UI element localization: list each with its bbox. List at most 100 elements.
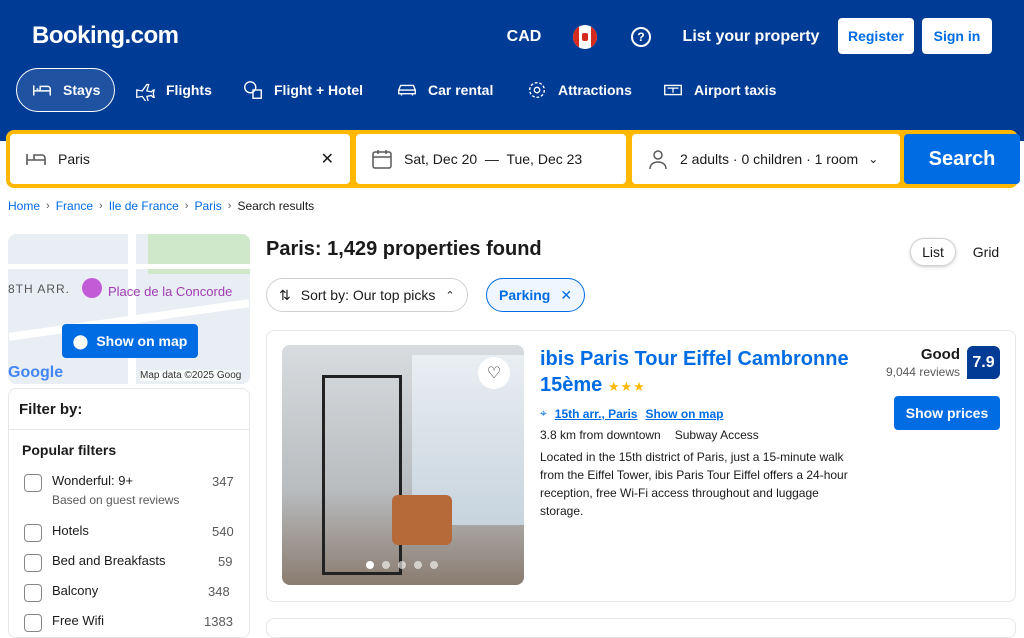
breadcrumb-home[interactable]: Home (8, 199, 40, 213)
language-button[interactable] (560, 17, 610, 57)
map-road (128, 234, 136, 384)
map-credit: Map data ©2025 Goog (140, 370, 242, 381)
carousel-dots (366, 561, 438, 569)
grid-view-toggle[interactable]: Grid (962, 238, 1010, 266)
filter-checkbox[interactable] (24, 554, 42, 572)
property-distance: 3.8 km from downtown Subway Access (540, 428, 759, 442)
chevron-right-icon: › (184, 200, 189, 212)
review-score: 7.9 (967, 346, 1000, 379)
show-on-map-label: Show on map (96, 333, 188, 349)
property-name-line1: ibis Paris Tour Eiffel Cambronne (540, 348, 849, 370)
register-button[interactable]: Register (838, 18, 914, 54)
list-view-toggle[interactable]: List (910, 238, 956, 266)
place-label: Place de la Concorde (108, 284, 233, 299)
help-button[interactable]: ? (616, 17, 666, 57)
review-count: 9,044 reviews (885, 365, 960, 379)
currency-button[interactable]: CAD (496, 17, 552, 57)
divider (9, 429, 249, 430)
guests-field[interactable]: 2 adults · 0 children · 1 room ⌄ (632, 134, 900, 184)
search-button[interactable]: Search (904, 134, 1020, 184)
property-photo[interactable]: ♡ (282, 345, 524, 585)
poi-pin-icon (82, 278, 102, 298)
destination-input[interactable]: Paris (58, 151, 90, 167)
filter-checkbox[interactable] (24, 584, 42, 602)
prev-photo-button[interactable] (292, 449, 316, 473)
breadcrumb: Home › France › Ile de France › Paris › Sear… (8, 199, 314, 213)
sign-in-button[interactable]: Sign in (922, 18, 992, 54)
breadcrumb-ile-de-france[interactable]: Ile de France (109, 199, 179, 213)
guests-value: 2 adults · 0 children · 1 room (680, 151, 859, 167)
filter-checkbox[interactable] (24, 474, 42, 492)
area-link[interactable]: 15th arr., Paris (555, 407, 638, 421)
google-logo: Google (8, 364, 64, 381)
shelf-shape (322, 375, 402, 575)
next-photo-button[interactable] (490, 449, 514, 473)
heart-icon[interactable]: ♡ (478, 357, 510, 389)
nav-label: Airport taxis (694, 82, 777, 98)
date-field[interactable]: Sat, Dec 20 — Tue, Dec 23 (356, 134, 626, 184)
parking-filter-chip[interactable]: Parking ✕ (486, 278, 586, 312)
nav-flights[interactable]: Flights (120, 68, 226, 112)
sort-icon: ⇅ (279, 286, 291, 303)
nav-stays[interactable]: Stays (16, 68, 116, 112)
area-label: 8TH ARR. (8, 282, 71, 296)
property-description: Located in the 15th district of Paris, j… (540, 450, 848, 518)
show-on-map-button[interactable]: ⬤ Show on map (62, 324, 198, 358)
nav-airport-taxis[interactable]: Airport taxis (648, 68, 790, 112)
close-icon[interactable]: ✕ (560, 287, 572, 304)
nav-label: Flight + Hotel (274, 82, 364, 98)
chevron-updown-icon: ⌃ (445, 289, 455, 302)
chip-label: Parking (499, 287, 551, 303)
bed-icon (26, 154, 46, 165)
chevron-right-icon: › (227, 200, 232, 212)
distance-text: 3.8 km from downtown (540, 428, 661, 442)
canada-flag-icon (573, 25, 597, 49)
bed-icon (33, 85, 51, 96)
map-preview[interactable]: 8TH ARR. Place de la Concorde ⬤ Show on … (8, 234, 250, 384)
filter-panel: Filter by: (8, 388, 250, 638)
person-icon (649, 150, 667, 170)
chevron-right-icon: › (46, 200, 50, 212)
rating-word: Good (920, 346, 960, 363)
property-location: ⌖ 15th arr., Paris Show on map (540, 406, 723, 421)
show-prices-button[interactable]: Show prices (894, 396, 1000, 430)
popular-filters-heading: Popular filters (22, 442, 117, 458)
filter-label: Hotels (52, 523, 89, 538)
booking-logo[interactable]: Booking.com (32, 22, 179, 50)
breadcrumb-current: Search results (237, 199, 315, 213)
plane-icon (136, 83, 155, 101)
filter-label: Bed and Breakfasts (52, 553, 166, 568)
chevron-right-icon: › (99, 200, 103, 212)
filter-label: Wonderful: 9+ (52, 473, 134, 488)
property-name[interactable]: ibis Paris Tour Eiffel Cambronne 15ème ★… (540, 346, 856, 400)
nav-car-rental[interactable]: Car rental (382, 68, 507, 112)
attractions-icon (528, 81, 546, 99)
map-road (8, 264, 250, 269)
property-show-on-map-link[interactable]: Show on map (645, 407, 723, 421)
breadcrumb-france[interactable]: France (56, 199, 93, 213)
map-pin-icon: ⬤ (72, 332, 89, 349)
nav-flight-hotel[interactable]: Flight + Hotel (228, 68, 377, 112)
location-pin-icon: ⌖ (540, 406, 547, 420)
filter-label: Free Wifi (52, 613, 104, 628)
breadcrumb-paris[interactable]: Paris (194, 199, 221, 213)
chevron-down-icon: ⌄ (868, 152, 879, 166)
taxi-icon (664, 84, 682, 96)
list-property-button[interactable]: List your property (672, 17, 830, 57)
property-card-next (266, 618, 1016, 638)
filter-checkbox[interactable] (24, 524, 42, 542)
sort-dropdown[interactable]: ⇅ Sort by: Our top picks ⌃ (266, 278, 468, 312)
dates-value: Sat, Dec 20 — Tue, Dec 23 (404, 151, 583, 167)
flight-hotel-icon (244, 81, 262, 99)
property-name-line2: 15ème (540, 374, 603, 396)
header: Booking.com CAD ? List your property Reg… (0, 0, 1024, 141)
destination-field[interactable]: Paris ✕ (10, 134, 350, 184)
help-icon: ? (631, 27, 651, 47)
clear-icon[interactable]: ✕ (321, 149, 334, 169)
filter-heading: Filter by: (19, 401, 83, 418)
nav-label: Car rental (428, 82, 494, 98)
nav-label: Stays (63, 82, 101, 98)
star-rating-icon: ★★★ (607, 379, 646, 394)
filter-checkbox[interactable] (24, 614, 42, 632)
nav-attractions[interactable]: Attractions (512, 68, 646, 112)
